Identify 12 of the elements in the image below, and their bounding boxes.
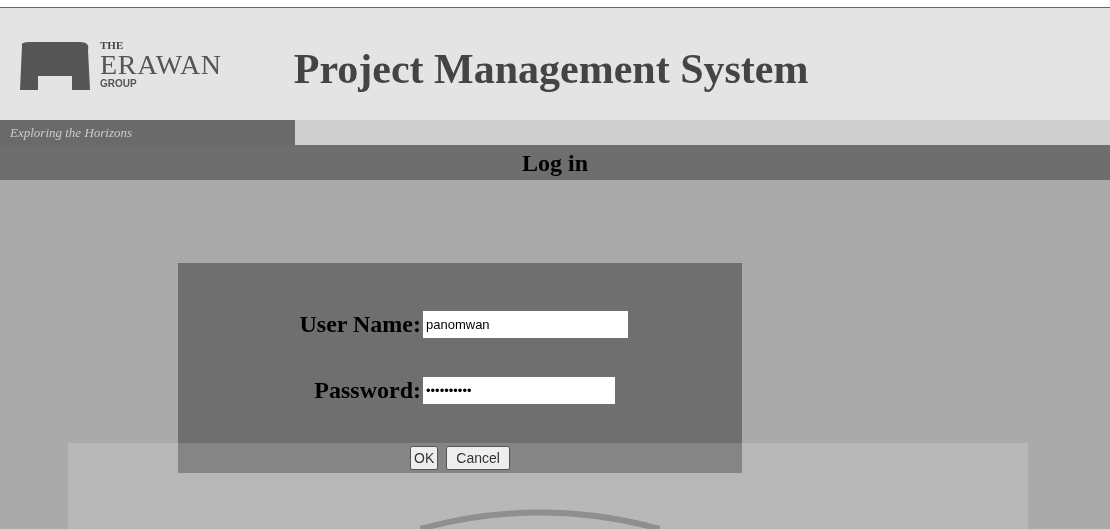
logo-text: ERAWAN — [100, 50, 222, 79]
username-field[interactable]: panomwan — [423, 310, 628, 338]
cancel-button[interactable]: Cancel — [446, 446, 510, 470]
field-label: User Name: — [298, 310, 421, 339]
page-title: Project Management System — [293, 44, 809, 94]
ok-button[interactable]: OK — [410, 446, 439, 470]
field-label: Password: — [313, 376, 421, 405]
tagline: Exploring the Horizons — [10, 123, 133, 142]
bar-title: Log in — [522, 148, 588, 178]
password-field[interactable]: •••••••••• — [423, 376, 615, 404]
logo-text: GROUP — [100, 78, 138, 89]
logo-text: THE — [100, 39, 125, 51]
